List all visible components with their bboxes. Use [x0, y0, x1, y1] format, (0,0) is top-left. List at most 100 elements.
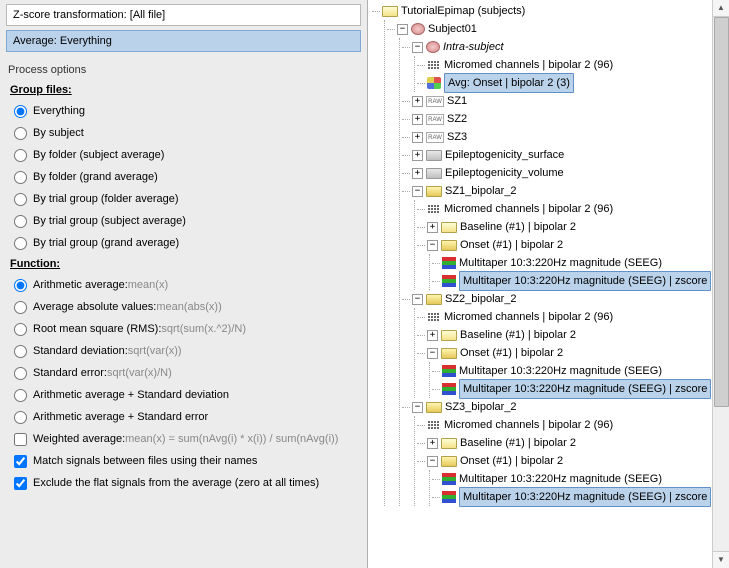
tree-epi-volume[interactable]: +Epileptogenicity_volume	[402, 164, 729, 182]
tree-onset[interactable]: −Onset (#1) | bipolar 2	[417, 452, 729, 470]
radio-by-trial-grand-avg[interactable]: By trial group (grand average)	[10, 232, 357, 254]
tree-sz1b[interactable]: −SZ1_bipolar_2	[402, 182, 729, 200]
radio-avg-abs-input[interactable]	[14, 301, 27, 314]
collapse-icon[interactable]: −	[427, 456, 438, 467]
radio-se[interactable]: Standard error: sqrt(var(x)/N)	[10, 362, 357, 384]
timefreq-icon	[442, 383, 456, 395]
check-weighted-input[interactable]	[14, 433, 27, 446]
radio-everything-input[interactable]	[14, 105, 27, 118]
tree-onset[interactable]: −Onset (#1) | bipolar 2	[417, 344, 729, 362]
tree-micromed[interactable]: Micromed channels | bipolar 2 (96)	[417, 416, 729, 434]
folder-icon	[426, 168, 442, 179]
tree-root[interactable]: TutorialEpimap (subjects)	[372, 2, 729, 20]
radio-std[interactable]: Standard deviation: sqrt(var(x))	[10, 340, 357, 362]
check-exclude-flat-input[interactable]	[14, 477, 27, 490]
tree-mtmag[interactable]: Multitaper 10:3:220Hz magnitude (SEEG)	[432, 362, 729, 380]
tree-sz3b[interactable]: −SZ3_bipolar_2	[402, 398, 729, 416]
collapse-icon[interactable]: −	[412, 42, 423, 53]
radio-mean-se-input[interactable]	[14, 411, 27, 424]
radio-by-folder-subject-avg-input[interactable]	[14, 149, 27, 162]
intra-icon	[426, 41, 440, 53]
collapse-icon[interactable]: −	[412, 294, 423, 305]
radio-mean-std-input[interactable]	[14, 389, 27, 402]
expand-icon[interactable]: +	[427, 330, 438, 341]
tree-baseline[interactable]: +Baseline (#1) | bipolar 2	[417, 218, 729, 236]
radio-mean-se[interactable]: Arithmetic average + Standard error	[10, 406, 357, 428]
channels-icon	[427, 204, 441, 215]
folder-open-icon	[441, 240, 457, 251]
tree-intra[interactable]: −Intra-subject	[402, 38, 729, 56]
tree-mtz[interactable]: Multitaper 10:3:220Hz magnitude (SEEG) |…	[432, 380, 729, 398]
radio-by-folder-grand-avg-input[interactable]	[14, 171, 27, 184]
tree-onset[interactable]: −Onset (#1) | bipolar 2	[417, 236, 729, 254]
radio-arith-mean[interactable]: Arithmetic average: mean(x)	[10, 274, 357, 296]
tree-micromed[interactable]: Micromed channels | bipolar 2 (96)	[417, 308, 729, 326]
radio-arith-mean-input[interactable]	[14, 279, 27, 292]
subjects-tree[interactable]: TutorialEpimap (subjects) −Subject01 −In…	[368, 0, 729, 506]
tree-sz3[interactable]: +RAWSZ3	[402, 128, 729, 146]
radio-se-input[interactable]	[14, 367, 27, 380]
collapse-icon[interactable]: −	[412, 402, 423, 413]
radio-by-trial-folder-avg[interactable]: By trial group (folder average)	[10, 188, 357, 210]
tree-sz2[interactable]: +RAWSZ2	[402, 110, 729, 128]
tree-mtmag[interactable]: Multitaper 10:3:220Hz magnitude (SEEG)	[432, 254, 729, 272]
radio-by-subject[interactable]: By subject	[10, 122, 357, 144]
tree-micromed[interactable]: Micromed channels | bipolar 2 (96)	[417, 200, 729, 218]
check-weighted[interactable]: Weighted average: mean(x) = sum(nAvg(i) …	[10, 428, 357, 450]
collapse-icon[interactable]: −	[412, 186, 423, 197]
tree-sz1[interactable]: +RAWSZ1	[402, 92, 729, 110]
tree-baseline[interactable]: +Baseline (#1) | bipolar 2	[417, 326, 729, 344]
collapse-icon[interactable]: −	[397, 24, 408, 35]
channels-icon	[427, 60, 441, 71]
tree-epi-surface[interactable]: +Epileptogenicity_surface	[402, 146, 729, 164]
process-average[interactable]: Average: Everything	[6, 30, 361, 52]
timefreq-icon	[442, 275, 456, 287]
radio-everything[interactable]: Everything	[10, 100, 357, 122]
check-exclude-flat[interactable]: Exclude the flat signals from the averag…	[10, 472, 357, 494]
radio-by-trial-grand-avg-input[interactable]	[14, 237, 27, 250]
folder-icon	[441, 330, 457, 341]
tree-subject[interactable]: −Subject01	[387, 20, 729, 38]
raw-icon: RAW	[426, 114, 444, 125]
radio-by-trial-subject-avg-input[interactable]	[14, 215, 27, 228]
collapse-icon[interactable]: −	[427, 348, 438, 359]
radio-rms-input[interactable]	[14, 323, 27, 336]
left-panel: Z-score transformation: [All file] Avera…	[0, 0, 368, 568]
expand-icon[interactable]: +	[427, 438, 438, 449]
check-match[interactable]: Match signals between files using their …	[10, 450, 357, 472]
tree-micromed[interactable]: Micromed channels | bipolar 2 (96)	[417, 56, 729, 74]
expand-icon[interactable]: +	[412, 96, 423, 107]
tree-baseline[interactable]: +Baseline (#1) | bipolar 2	[417, 434, 729, 452]
radio-avg-abs[interactable]: Average absolute values: mean(abs(x))	[10, 296, 357, 318]
expand-icon[interactable]: +	[412, 150, 423, 161]
radio-by-trial-subject-avg[interactable]: By trial group (subject average)	[10, 210, 357, 232]
collapse-icon[interactable]: −	[427, 240, 438, 251]
radio-by-folder-subject-avg[interactable]: By folder (subject average)	[10, 144, 357, 166]
radio-std-input[interactable]	[14, 345, 27, 358]
radio-mean-std[interactable]: Arithmetic average + Standard deviation	[10, 384, 357, 406]
process-zscore[interactable]: Z-score transformation: [All file]	[6, 4, 361, 26]
expand-icon[interactable]: +	[427, 222, 438, 233]
tree-mtz[interactable]: Multitaper 10:3:220Hz magnitude (SEEG) |…	[432, 488, 729, 506]
radio-by-folder-grand-avg[interactable]: By folder (grand average)	[10, 166, 357, 188]
radio-by-subject-input[interactable]	[14, 127, 27, 140]
scroll-up-icon[interactable]: ▲	[713, 0, 729, 17]
timefreq-icon	[442, 365, 456, 377]
tree-mtmag[interactable]: Multitaper 10:3:220Hz magnitude (SEEG)	[432, 470, 729, 488]
vertical-scrollbar[interactable]: ▲ ▼	[712, 0, 729, 568]
expand-icon[interactable]: +	[412, 114, 423, 125]
check-match-input[interactable]	[14, 455, 27, 468]
folder-icon	[441, 222, 457, 233]
scroll-thumb[interactable]	[714, 17, 729, 407]
radio-rms[interactable]: Root mean square (RMS): sqrt(sum(x.^2)/N…	[10, 318, 357, 340]
tree-sz2b[interactable]: −SZ2_bipolar_2	[402, 290, 729, 308]
expand-icon[interactable]: +	[412, 168, 423, 179]
radio-by-trial-folder-avg-input[interactable]	[14, 193, 27, 206]
tree-mtz[interactable]: Multitaper 10:3:220Hz magnitude (SEEG) |…	[432, 272, 729, 290]
expand-icon[interactable]: +	[412, 132, 423, 143]
tree-avg-onset[interactable]: Avg: Onset | bipolar 2 (3)	[417, 74, 729, 92]
folder-icon	[441, 438, 457, 449]
subject-icon	[411, 23, 425, 35]
scroll-down-icon[interactable]: ▼	[713, 551, 729, 568]
top-process-list: Z-score transformation: [All file] Avera…	[0, 0, 367, 60]
